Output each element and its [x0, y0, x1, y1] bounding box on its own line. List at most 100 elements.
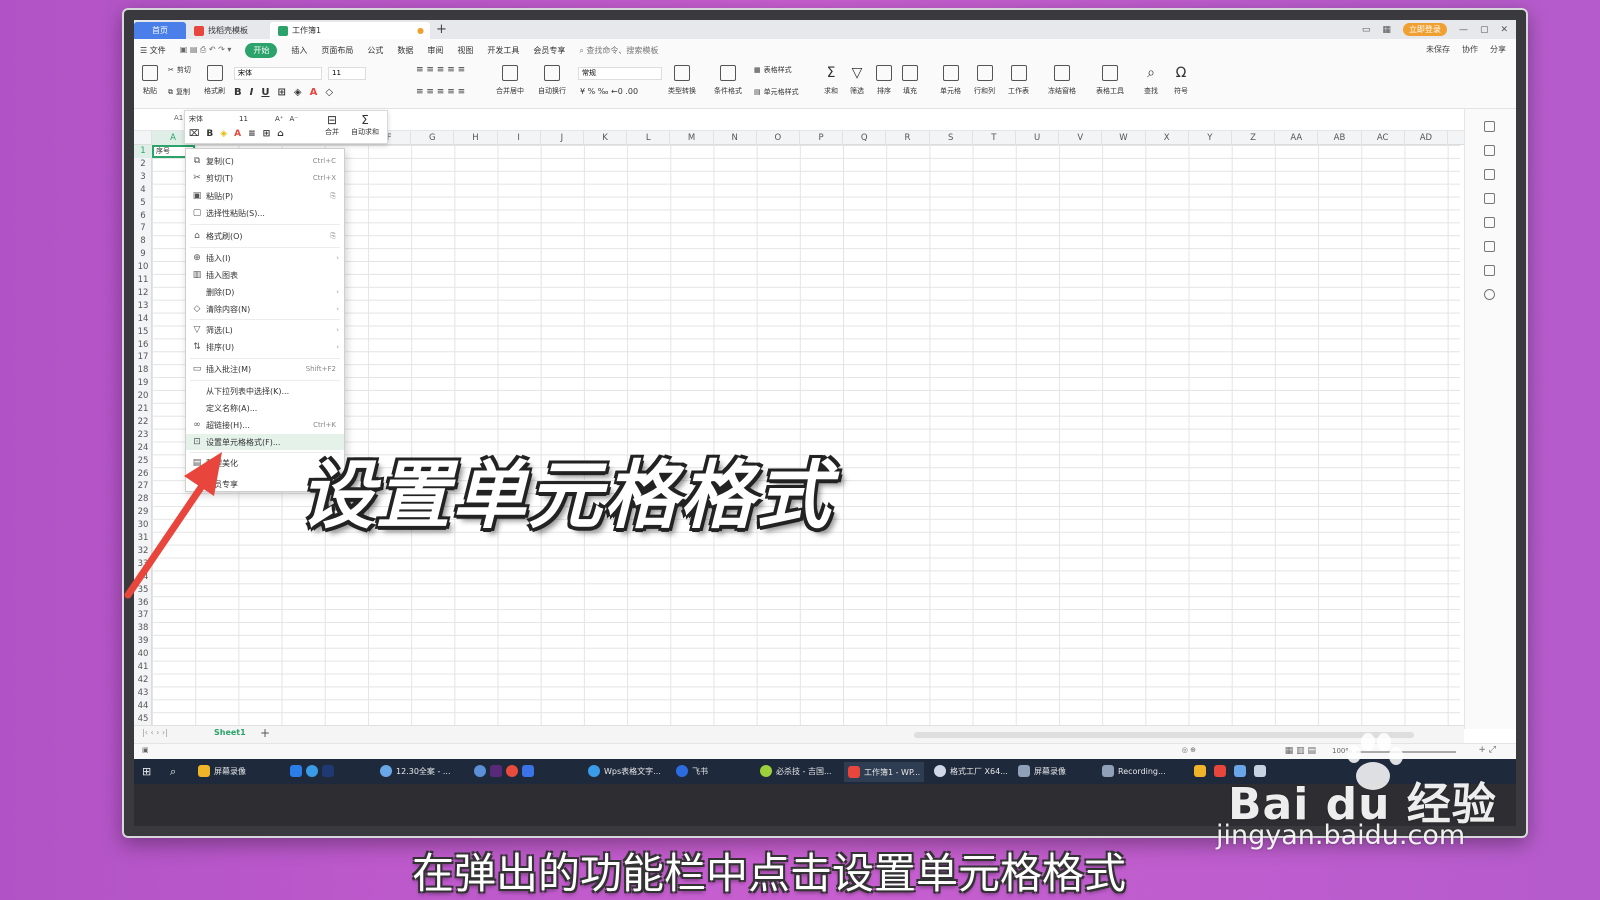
column-header[interactable]: S — [930, 131, 973, 145]
menu-developer[interactable]: 开发工具 — [487, 45, 519, 56]
column-header[interactable]: Z — [1232, 131, 1276, 145]
share-button[interactable]: 分享 — [1490, 44, 1506, 55]
row-header[interactable]: 45 — [134, 713, 152, 726]
grow-font-icon[interactable]: A⁺ — [275, 115, 283, 123]
name-box[interactable]: A1 — [174, 114, 183, 122]
command-search[interactable]: ⌕ 查找命令、搜索模板 — [579, 45, 658, 56]
menu-insert[interactable]: 插入 — [291, 45, 307, 56]
font-name-select[interactable]: 宋体 — [234, 67, 322, 80]
unsaved-status[interactable]: 未保存 — [1426, 44, 1450, 55]
cell-button[interactable]: 单元格 — [940, 65, 961, 96]
row-header[interactable]: 13 — [134, 300, 152, 313]
number-format-buttons[interactable]: ¥ % ‰ ←0 .00 — [580, 87, 638, 96]
merge-center-button[interactable]: 合并居中 — [496, 65, 524, 96]
menu-view[interactable]: 视图 — [457, 45, 473, 56]
collab-button[interactable]: 协作 — [1462, 44, 1478, 55]
row-header[interactable]: 8 — [134, 235, 152, 248]
italic-icon[interactable]: I — [250, 87, 254, 98]
find-button[interactable]: ⌕ 查找 — [1144, 65, 1158, 96]
login-button[interactable]: 立即登录 — [1402, 23, 1447, 36]
sort-button[interactable]: 排序 — [876, 65, 892, 96]
column-header[interactable]: V — [1059, 131, 1103, 145]
freeze-panes-button[interactable]: 冻结窗格 — [1048, 65, 1076, 96]
row-header[interactable]: 21 — [134, 403, 152, 416]
fill-button[interactable]: 填充 — [902, 65, 918, 96]
mini-merge-button[interactable]: ⊟ 合并 — [325, 113, 339, 137]
eraser-icon[interactable]: ◇ — [325, 87, 333, 98]
taskbar-pinned-apps[interactable] — [290, 765, 334, 777]
column-header[interactable]: Y — [1189, 131, 1232, 145]
quick-access-icons[interactable]: ▣ ▤ ⎙ ↶ ↷ ▾ — [180, 45, 232, 55]
ctx-copy[interactable]: ⧉ 复制(C) Ctrl+C — [186, 153, 344, 169]
sidebar-pin-icon[interactable] — [1484, 121, 1495, 132]
table-tools-button[interactable]: 表格工具 — [1096, 65, 1124, 96]
row-header[interactable]: 3 — [134, 171, 152, 184]
format-painter-button[interactable]: 格式刷 — [204, 65, 225, 96]
taskbar-item-recorder-2[interactable]: 屏幕录像 — [1018, 765, 1066, 777]
column-header[interactable]: X — [1146, 131, 1189, 145]
row-header[interactable]: 6 — [134, 210, 152, 223]
mini-fill-icon[interactable]: ◈ — [220, 129, 227, 139]
row-header[interactable]: 19 — [134, 377, 152, 390]
row-header[interactable]: 40 — [134, 648, 152, 661]
ctx-insert[interactable]: ⊕ 插入(I) › — [186, 250, 344, 266]
taskbar-pinned-apps-2[interactable] — [474, 765, 534, 777]
tab-workbook[interactable]: 工作簿1 ● — [270, 22, 430, 39]
row-header[interactable]: 20 — [134, 390, 152, 403]
close-icon[interactable]: ✕ — [1500, 25, 1508, 35]
cut-button[interactable]: ✂ 剪切 — [168, 65, 191, 75]
mini-border-icon[interactable]: ⊞ — [263, 129, 271, 139]
taskbar-search-icon[interactable]: ⌕ — [170, 765, 176, 779]
row-header[interactable]: 37 — [134, 609, 152, 622]
row-header[interactable]: 15 — [134, 326, 152, 339]
row-header[interactable]: 1 — [134, 145, 152, 158]
apps-icon[interactable]: ▦ — [1382, 25, 1391, 35]
row-header[interactable]: 2 — [134, 158, 152, 171]
taskbar-item-wps-workbook[interactable]: 工作簿1 - WP... — [844, 762, 925, 782]
sidebar-format-icon[interactable] — [1484, 193, 1495, 204]
ctx-paste[interactable]: ▣ 粘贴(P) ⎘ — [186, 188, 344, 204]
sidebar-image-icon[interactable] — [1484, 217, 1495, 228]
cell-grid[interactable] — [152, 145, 1460, 725]
paste-button[interactable]: 粘贴 — [142, 65, 158, 96]
taskbar-item-feishu[interactable]: 飞书 — [676, 765, 708, 777]
row-header[interactable]: 44 — [134, 700, 152, 713]
menu-page-layout[interactable]: 页面布局 — [321, 45, 353, 56]
worksheet-button[interactable]: 工作表 — [1008, 65, 1029, 96]
sidebar-help-icon[interactable] — [1484, 289, 1495, 300]
ctx-pick-list[interactable]: 从下拉列表中选择(K)... — [186, 383, 344, 399]
type-convert-button[interactable]: 类型转换 — [668, 65, 696, 96]
ctx-format-painter[interactable]: ⌂ 格式刷(O) ⎘ — [186, 228, 344, 244]
row-header[interactable]: 5 — [134, 197, 152, 210]
copy-button[interactable]: ⧉ 复制 — [168, 87, 190, 97]
row-header[interactable]: 12 — [134, 287, 152, 300]
row-header[interactable]: 4 — [134, 184, 152, 197]
column-header[interactable]: K — [584, 131, 628, 145]
menu-file[interactable]: ☰ 文件 — [140, 45, 166, 56]
row-col-button[interactable]: 行和列 — [974, 65, 995, 96]
column-header[interactable]: N — [714, 131, 757, 145]
row-header[interactable]: 10 — [134, 261, 152, 274]
mini-font-select[interactable]: 宋体 — [189, 114, 233, 124]
mini-font-color-icon[interactable]: A — [234, 129, 241, 139]
menu-formula[interactable]: 公式 — [367, 45, 383, 56]
add-sheet-button[interactable]: + — [260, 726, 270, 740]
ctx-clear[interactable]: ◇ 清除内容(N) › — [186, 301, 344, 317]
ctx-hyperlink[interactable]: ∞ 超链接(H)... Ctrl+K — [186, 417, 344, 433]
conditional-format-button[interactable]: 条件格式 — [714, 65, 742, 96]
ctx-insert-comment[interactable]: ▭ 插入批注(M) Shift+F2 — [186, 361, 344, 377]
column-header[interactable]: AA — [1275, 131, 1319, 145]
number-format-select[interactable]: 常规 — [578, 67, 662, 80]
ctx-filter[interactable]: ▽ 筛选(L) › — [186, 322, 344, 338]
tab-home[interactable]: 首页 — [134, 22, 186, 39]
sidebar-settings-icon[interactable] — [1484, 169, 1495, 180]
row-header[interactable]: 11 — [134, 274, 152, 287]
border-icon[interactable]: ⊞ — [277, 87, 285, 98]
sheet-tab-sheet1[interactable]: Sheet1 — [214, 728, 246, 737]
column-header[interactable]: O — [757, 131, 800, 145]
windows-start-icon[interactable]: ⊞ — [142, 765, 151, 778]
column-header[interactable]: G — [411, 131, 455, 145]
row-header[interactable]: 17 — [134, 351, 152, 364]
taskbar-item-screen-recorder[interactable]: 屏幕录像 — [198, 765, 246, 777]
sidebar-cursor-icon[interactable] — [1484, 145, 1495, 156]
